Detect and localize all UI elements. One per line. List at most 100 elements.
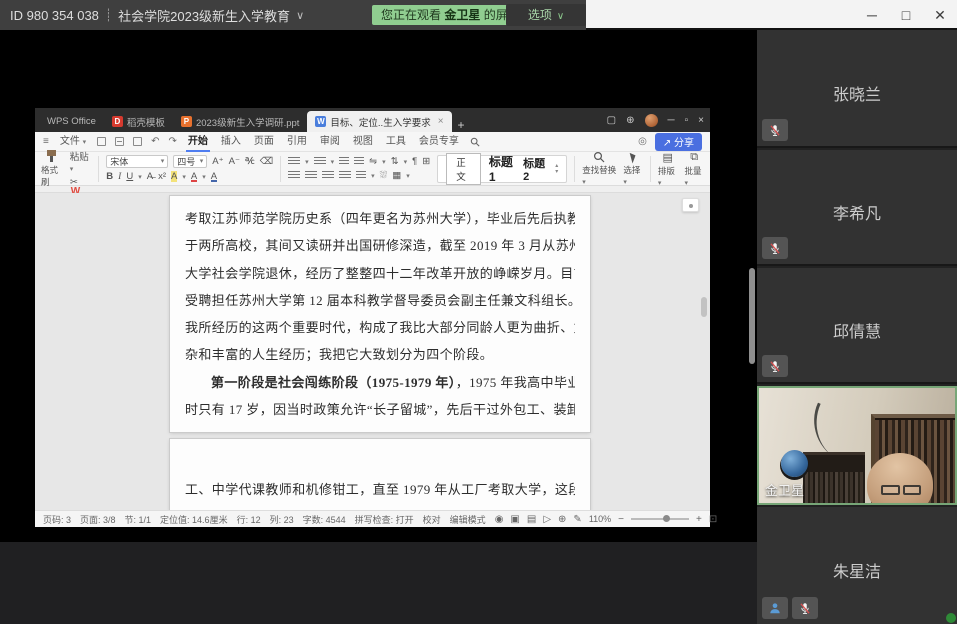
font-color-button[interactable]: A <box>191 171 197 182</box>
italic-button[interactable]: I <box>118 172 121 182</box>
tab-close-icon[interactable]: × <box>438 116 444 127</box>
tab-docer-templates[interactable]: D 稻壳模板 <box>104 111 173 132</box>
status-spellcheck[interactable]: 拼写检查: 打开 <box>355 513 414 526</box>
participant-tile[interactable]: 张晓兰 <box>757 30 957 148</box>
zoom-slider[interactable] <box>631 518 689 520</box>
tab-doc-file-active[interactable]: W 目标、定位..生入学要求 × <box>307 111 451 132</box>
increase-indent-icon[interactable] <box>354 157 364 166</box>
paste-button[interactable]: 粘贴 ▾ <box>70 149 92 174</box>
document-scrollbar-thumb[interactable] <box>701 297 707 317</box>
print-icon[interactable] <box>115 137 124 146</box>
minimize-button[interactable]: ─ <box>855 0 889 30</box>
style-normal[interactable]: 正文 <box>446 153 481 185</box>
stage-scrollbar-thumb[interactable] <box>749 268 755 364</box>
document-page-2[interactable]: 工、中学代课教师和机修钳工，直至 1979 年从工厂考取大学，这段 <box>170 439 590 510</box>
undo-icon[interactable]: ↶ <box>151 136 159 147</box>
fullscreen-icon[interactable]: ⊡ <box>709 514 717 525</box>
wps-minimize-button[interactable]: ─ <box>668 115 675 126</box>
search-icon[interactable] <box>470 137 480 147</box>
sort-icon[interactable]: ⇅ <box>391 156 399 167</box>
superscript-button[interactable]: x² <box>158 171 166 182</box>
border-icon[interactable]: ▦ <box>392 170 401 181</box>
wps-share-button[interactable]: ↗ 分享 <box>655 133 702 151</box>
menu-item-insert[interactable]: 插入 <box>219 132 243 152</box>
numbered-list-icon[interactable] <box>314 157 326 166</box>
save-icon[interactable] <box>97 137 106 146</box>
align-center-icon[interactable] <box>305 171 317 180</box>
outline-view-icon[interactable]: ▤ <box>527 514 536 525</box>
status-edit-mode[interactable]: 编辑模式 <box>450 513 486 526</box>
wps-close-button[interactable]: × <box>698 115 704 126</box>
maximize-button[interactable]: □ <box>889 0 923 30</box>
clear-format-icon[interactable]: ⌫ <box>260 156 273 167</box>
select-button[interactable]: 选择 ▾ <box>623 152 643 186</box>
participant-tile-video-active[interactable]: 金卫星 <box>757 386 957 505</box>
font-name-select[interactable]: 宋体▾ <box>106 155 168 168</box>
eye-protect-icon[interactable]: ◉ <box>495 514 504 525</box>
find-replace-button[interactable]: 查找替换 ▾ <box>582 151 616 186</box>
decrease-font-icon[interactable]: A⁻ <box>229 156 240 167</box>
menu-item-member[interactable]: 会员专享 <box>417 132 461 152</box>
text-effects-icon[interactable]: ℀ <box>245 156 255 167</box>
hamburger-icon[interactable]: ≡ <box>43 136 49 147</box>
menu-item-view[interactable]: 视图 <box>351 132 375 152</box>
zoom-percent[interactable]: 110% <box>589 514 611 524</box>
page-view-icon[interactable]: ▣ <box>510 514 519 525</box>
user-avatar[interactable] <box>645 114 658 127</box>
zoom-out-button[interactable]: − <box>618 514 624 525</box>
options-button[interactable]: 选项∨ <box>506 4 586 26</box>
underline-button[interactable]: U <box>126 171 133 182</box>
increase-font-icon[interactable]: A⁺ <box>212 156 223 167</box>
status-word-count[interactable]: 字数: 4544 <box>303 513 346 526</box>
line-spacing-icon[interactable] <box>356 171 366 180</box>
char-scale-icon[interactable]: ⇋ <box>369 156 377 167</box>
redo-icon[interactable]: ↷ <box>169 136 177 147</box>
play-view-icon[interactable]: ▷ <box>543 514 551 525</box>
align-justify-icon[interactable] <box>339 171 351 180</box>
style-heading2[interactable]: 标题 2 <box>523 155 547 183</box>
wps-restore-button[interactable]: ▫ <box>685 115 689 126</box>
typeset-button[interactable]: ▤ 排版 ▾ <box>658 151 678 187</box>
style-heading1[interactable]: 标题 1 <box>489 153 515 184</box>
strikethrough-button[interactable]: A̶ <box>147 171 153 182</box>
styles-down-icon[interactable]: ▾ <box>555 169 558 175</box>
bold-button[interactable]: B <box>106 171 113 182</box>
reading-layout-icon[interactable]: ▢ <box>607 115 616 126</box>
styles-scroll-arrows[interactable]: ▴▾ <box>555 163 558 175</box>
menu-item-page[interactable]: 页面 <box>252 132 276 152</box>
table-icon[interactable]: ⊞ <box>422 156 430 167</box>
align-right-icon[interactable] <box>322 171 334 180</box>
menu-item-review[interactable]: 审阅 <box>318 132 342 152</box>
participant-tile[interactable]: 李希凡 <box>757 150 957 266</box>
web-view-icon[interactable]: ⊕ <box>558 514 566 525</box>
tab-ppt-file[interactable]: P 2023级新生入学调研.ppt <box>173 111 307 132</box>
zoom-in-button[interactable]: + <box>696 514 702 525</box>
export-icon[interactable] <box>133 137 142 146</box>
show-marks-icon[interactable]: ¶ <box>412 156 417 167</box>
tab-wps-home[interactable]: W WPS Office <box>39 111 104 132</box>
format-painter-button[interactable]: 格式刷 <box>41 150 63 188</box>
decrease-indent-icon[interactable] <box>339 157 349 166</box>
meeting-title-chevron-icon[interactable]: ∨ <box>296 9 304 22</box>
edit-pen-icon[interactable]: ✎ <box>573 514 581 525</box>
batch-button[interactable]: ⧉ 批量 ▾ <box>684 151 704 187</box>
bullet-list-icon[interactable] <box>288 157 300 166</box>
menu-item-reference[interactable]: 引用 <box>285 132 309 152</box>
globe-icon[interactable]: ⊕ <box>626 115 634 126</box>
doc-floating-button[interactable] <box>682 198 699 212</box>
align-left-icon[interactable] <box>288 171 300 180</box>
font-size-select[interactable]: 四号▾ <box>173 155 207 168</box>
menu-item-home[interactable]: 开始 <box>186 132 210 152</box>
close-button[interactable]: ✕ <box>923 0 957 30</box>
participant-tile[interactable]: 朱星洁 <box>757 507 957 624</box>
new-tab-button[interactable]: + <box>458 118 465 132</box>
char-shading-button[interactable]: A <box>211 171 217 182</box>
menu-item-tools[interactable]: 工具 <box>384 132 408 152</box>
document-page-1[interactable]: 考取江苏师范学院历史系（四年更名为苏州大学），毕业后先后执教 于两所高校，其间又… <box>170 196 590 432</box>
highlight-color-button[interactable]: A <box>171 171 177 182</box>
shading-icon[interactable]: ⛆ <box>380 170 388 181</box>
participant-tile[interactable]: 邱倩慧 <box>757 268 957 384</box>
horizontal-ruler[interactable] <box>35 186 710 193</box>
settings-icon[interactable]: ◎ <box>638 136 647 147</box>
status-proofread[interactable]: 校对 <box>423 513 441 526</box>
